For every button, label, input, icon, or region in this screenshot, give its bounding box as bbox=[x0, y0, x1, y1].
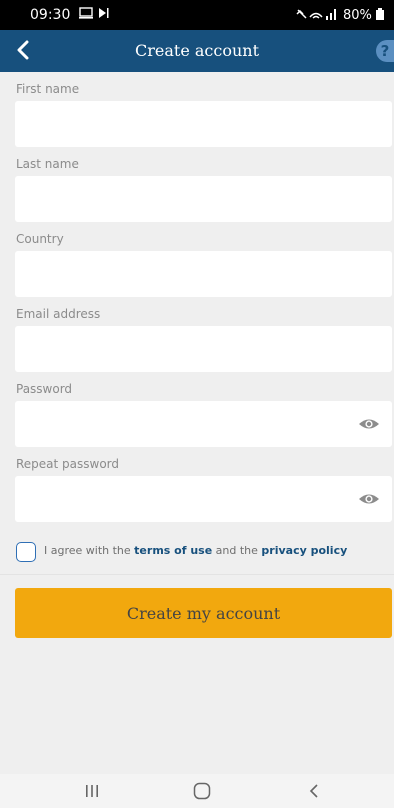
page-title: Create account bbox=[134, 41, 259, 60]
agreement-text: I agree with the terms of use and the pr… bbox=[44, 544, 347, 557]
nav-back-icon bbox=[309, 784, 318, 798]
email-label: Email address bbox=[16, 307, 101, 321]
password-label: Password bbox=[16, 382, 73, 396]
agree-prefix: I agree with the bbox=[44, 544, 131, 557]
home-button[interactable] bbox=[190, 780, 214, 802]
help-icon[interactable]: ? bbox=[376, 40, 394, 62]
eye-icon[interactable] bbox=[358, 417, 380, 431]
first-name-input[interactable] bbox=[15, 101, 392, 147]
terms-of-use-link[interactable]: terms of use bbox=[134, 544, 212, 557]
system-nav-bar bbox=[0, 774, 394, 808]
recents-button[interactable] bbox=[80, 780, 104, 802]
agreement-row: I agree with the terms of use and the pr… bbox=[0, 526, 394, 574]
recents-icon bbox=[86, 785, 98, 797]
privacy-policy-link[interactable]: privacy policy bbox=[261, 544, 347, 557]
notification-icons bbox=[79, 6, 113, 24]
battery-text: 80% bbox=[342, 8, 372, 23]
repeat-password-input[interactable] bbox=[15, 476, 392, 522]
app-bar: Create account ? bbox=[0, 30, 394, 72]
status-time: 09:30 bbox=[30, 7, 71, 23]
create-account-button[interactable]: Create my account bbox=[15, 588, 392, 638]
last-name-label: Last name bbox=[16, 157, 79, 171]
email-input[interactable] bbox=[15, 326, 392, 372]
battery-icon bbox=[376, 8, 384, 20]
repeat-password-label: Repeat password bbox=[16, 457, 120, 471]
status-right: 80% bbox=[295, 7, 384, 23]
status-bar: 09:30 80% bbox=[0, 0, 394, 30]
nav-back-button[interactable] bbox=[302, 780, 326, 802]
eye-icon[interactable] bbox=[358, 492, 380, 506]
home-icon bbox=[193, 782, 211, 800]
first-name-label: First name bbox=[16, 82, 80, 96]
password-input[interactable] bbox=[15, 401, 392, 447]
agree-middle: and the bbox=[215, 544, 258, 557]
last-name-input[interactable] bbox=[15, 176, 392, 222]
country-select[interactable] bbox=[15, 251, 392, 297]
agree-checkbox[interactable] bbox=[16, 542, 36, 562]
country-label: Country bbox=[16, 232, 64, 246]
divider bbox=[0, 574, 394, 575]
